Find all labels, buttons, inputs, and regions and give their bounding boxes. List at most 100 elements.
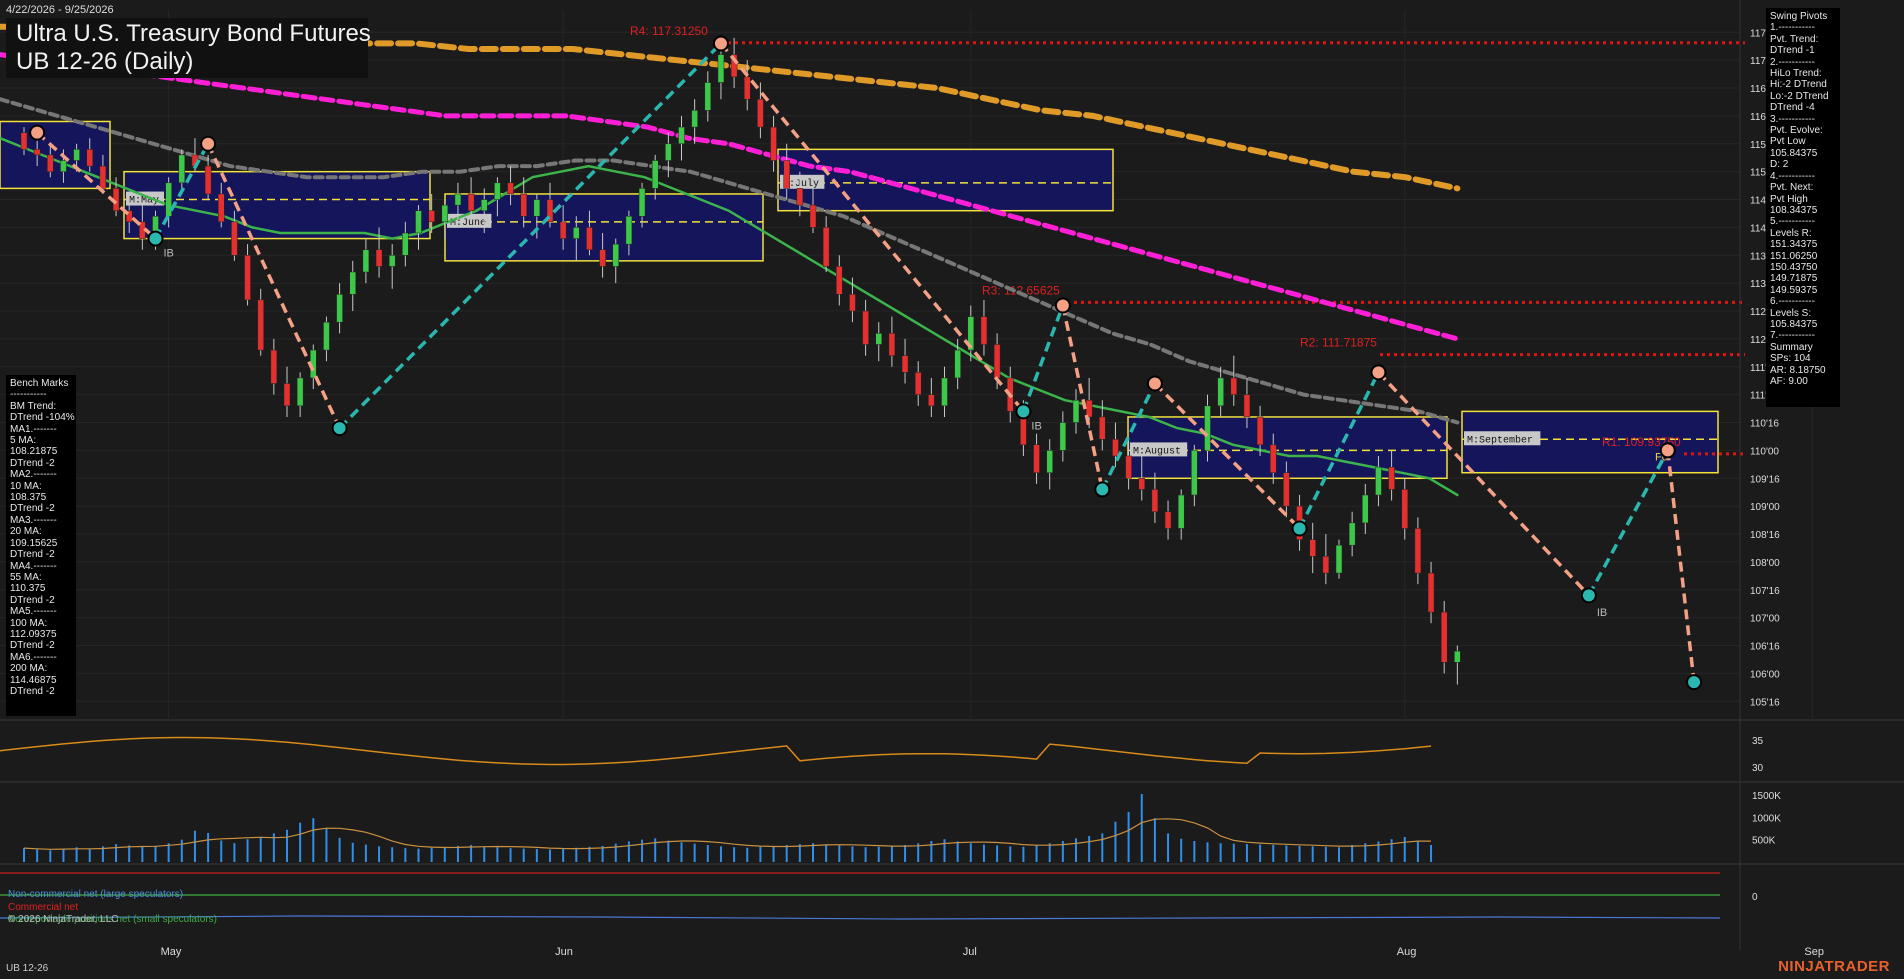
candle-body xyxy=(1177,494,1185,529)
candle-body xyxy=(1164,511,1172,529)
swing-panel-line: 105.84375 xyxy=(1770,147,1818,159)
y-tick-label: 106'00 xyxy=(1750,669,1780,680)
candle-body xyxy=(73,149,80,161)
candle-body xyxy=(1256,416,1264,446)
swing-panel-line: DTrend -4 xyxy=(1770,102,1815,114)
candle-body xyxy=(375,249,383,267)
swing-pivot-dot xyxy=(1146,375,1163,392)
bench-panel-line: DTrend -2 xyxy=(10,685,55,697)
resistance-label: R2: 111.71875 xyxy=(1300,336,1377,350)
monthly-box-label: M:August xyxy=(1133,446,1181,457)
swing-panel-line: Pvt. Next: xyxy=(1770,182,1814,194)
bench-panel-line: 109.15625 xyxy=(10,537,58,549)
swing-panel-line: SPs: 104 xyxy=(1770,353,1811,365)
candle-body xyxy=(283,383,291,407)
swing-panel-line: Levels R: xyxy=(1770,227,1812,239)
vol-tick-label: 1500K xyxy=(1752,791,1781,802)
candle-body xyxy=(993,344,1001,379)
x-tick-label: Jul xyxy=(963,946,977,958)
swing-panel-line: 150.43750 xyxy=(1770,261,1818,273)
candle-body xyxy=(704,82,712,111)
candle-body xyxy=(862,310,869,345)
swing-panel-line: 1.----------- xyxy=(1770,22,1815,34)
candle-body xyxy=(1072,399,1080,423)
candle-body xyxy=(1454,650,1461,663)
candle-body xyxy=(86,149,93,167)
candle-body xyxy=(1138,478,1145,490)
copyright-text: © 2026 NinjaTrader, LLC xyxy=(8,914,118,925)
swing-panel-line: Hi:-2 DTrend xyxy=(1770,79,1827,91)
swing-panel-line: 7.----------- xyxy=(1770,330,1815,342)
ib-label: IB xyxy=(1597,607,1607,619)
bench-panel-line: 108.375 xyxy=(10,492,47,504)
candle-body xyxy=(323,321,330,351)
candle-body xyxy=(1085,399,1093,418)
candle-body xyxy=(980,316,988,345)
candle-body xyxy=(428,210,435,223)
candle-body xyxy=(33,149,41,156)
swing-pivot-dot xyxy=(1580,587,1597,604)
bench-panel-line: 108.21875 xyxy=(10,446,58,458)
candle-body xyxy=(678,126,685,145)
y-tick-label: 105'16 xyxy=(1750,697,1780,708)
candle-body xyxy=(1270,444,1277,473)
candle-body xyxy=(1283,472,1290,507)
swing-panel-line: Pvt. Trend: xyxy=(1770,33,1819,45)
candle-body xyxy=(1191,450,1198,496)
candle-body xyxy=(586,227,593,250)
title-box: Ultra U.S. Treasury Bond Futures UB 12-2… xyxy=(6,18,371,78)
monthly-box xyxy=(777,148,1114,212)
candle-body xyxy=(1322,556,1330,574)
candle-body xyxy=(467,193,475,211)
swing-pivot-dot xyxy=(331,420,348,437)
swing-pivot-dot xyxy=(1370,364,1387,381)
chart-subtitle: UB 12-26 (Daily) xyxy=(16,48,194,75)
candle-body xyxy=(559,221,567,239)
y-tick-label: 107'16 xyxy=(1750,586,1780,597)
swing-pivot-dot xyxy=(200,135,217,152)
price-chart: M:MayM:JuneM:JulyM:AugustM:September R4:… xyxy=(0,0,1904,979)
bench-panel-line: BM Trend: xyxy=(10,400,57,412)
candle-body xyxy=(218,193,225,223)
candle-body xyxy=(178,154,186,184)
bench-panel-line: 20 MA: xyxy=(10,526,42,538)
candle-body xyxy=(612,243,619,267)
y-tick-label: 109'16 xyxy=(1750,474,1780,485)
swing-panel-line: Swing Pivots xyxy=(1770,11,1828,22)
candle-body xyxy=(336,294,343,323)
candle-body xyxy=(849,294,856,312)
date-range: 4/22/2026 - 9/25/2026 xyxy=(6,4,114,16)
bench-panel-line: DTrend -2 xyxy=(10,549,55,561)
candle-body xyxy=(204,165,212,195)
candle-body xyxy=(914,372,922,395)
candle-body xyxy=(928,394,935,407)
x-tick-label: Jun xyxy=(555,946,573,958)
candle-body xyxy=(809,204,817,228)
candle-body xyxy=(60,160,67,172)
candle-body xyxy=(99,165,107,189)
candle-body xyxy=(296,377,304,407)
swing-pivot-dot xyxy=(147,230,164,247)
candle-body xyxy=(573,227,580,239)
candle-body xyxy=(1151,489,1159,512)
cot-legend-label: Commercial net xyxy=(8,902,78,913)
candle-body xyxy=(1046,450,1053,473)
candle-body xyxy=(388,255,396,267)
swing-panel-line: Lo:-2 DTrend xyxy=(1770,90,1829,102)
candle-body xyxy=(638,188,646,217)
candle-body xyxy=(875,333,882,345)
candle-body xyxy=(1217,377,1224,407)
swing-panel-line: AR: 8.18750 xyxy=(1770,364,1826,376)
x-tick-label: Aug xyxy=(1397,946,1417,958)
bench-panel-line: 114.46875 xyxy=(10,674,57,686)
swing-panel-line: 108.34375 xyxy=(1770,204,1818,216)
swing-panel-line: 2.----------- xyxy=(1770,56,1815,68)
candle-body xyxy=(836,266,843,295)
swing-pivot-dot xyxy=(1015,403,1032,420)
vol-tick-label: 500K xyxy=(1752,836,1776,847)
bench-panel-line: 100 MA: xyxy=(10,617,48,629)
monthly-box-label: M:September xyxy=(1467,434,1533,446)
swing-pivots-panel: Swing Pivots 1.----------- Pvt. Trend: DTre… xyxy=(1766,8,1840,407)
candle-body xyxy=(796,188,804,206)
chart-background xyxy=(0,0,1904,979)
